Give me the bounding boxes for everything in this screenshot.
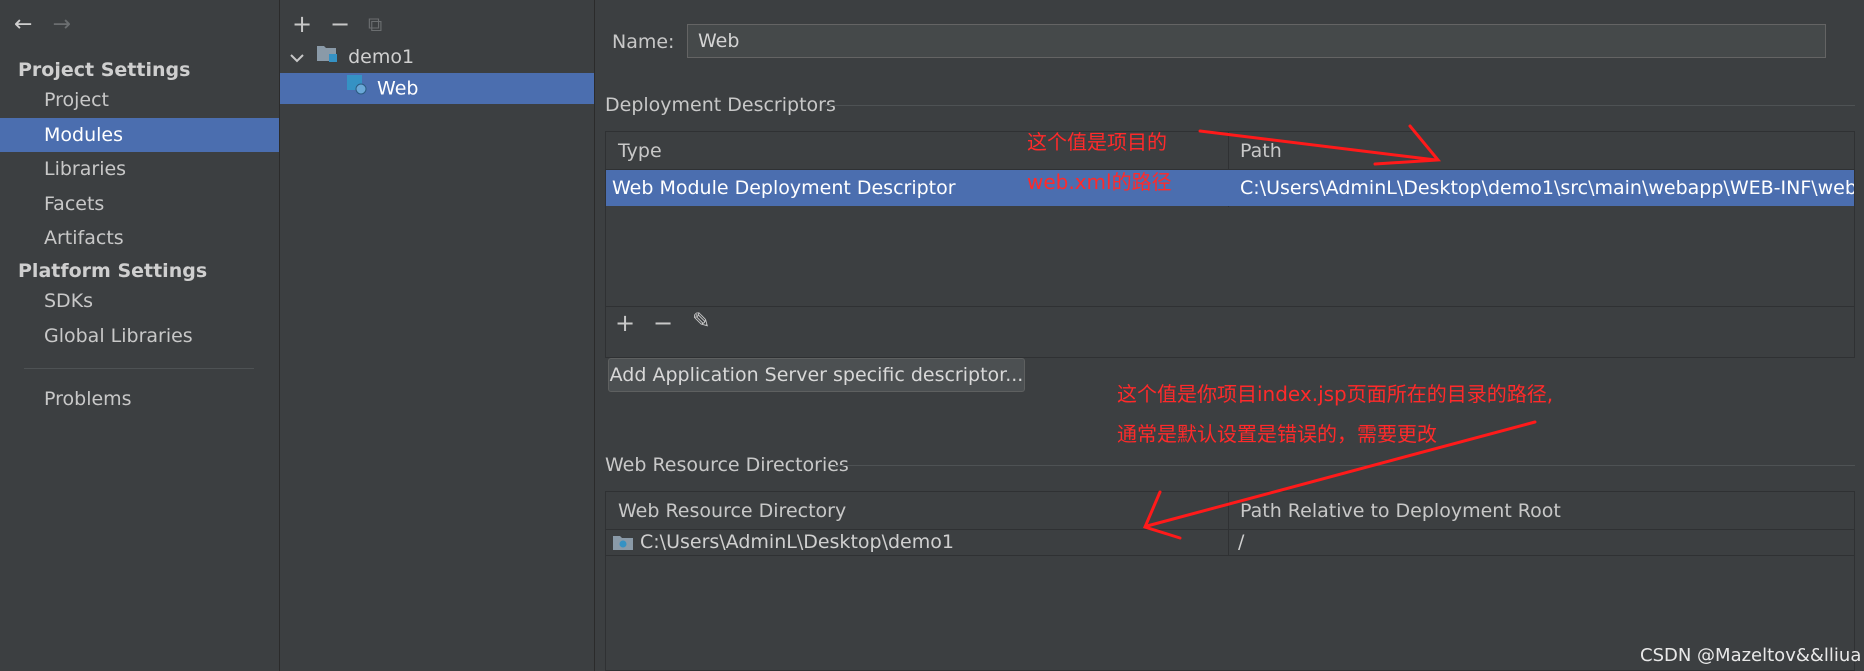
annotation-arrows xyxy=(1142,124,1537,540)
arrow-head-resource xyxy=(1142,490,1182,540)
arrow-to-resource-directory xyxy=(1145,420,1537,528)
arrow-to-path-column xyxy=(1198,129,1438,162)
csdn-watermark: CSDN @Mazeltov&&lliua xyxy=(1640,645,1862,666)
